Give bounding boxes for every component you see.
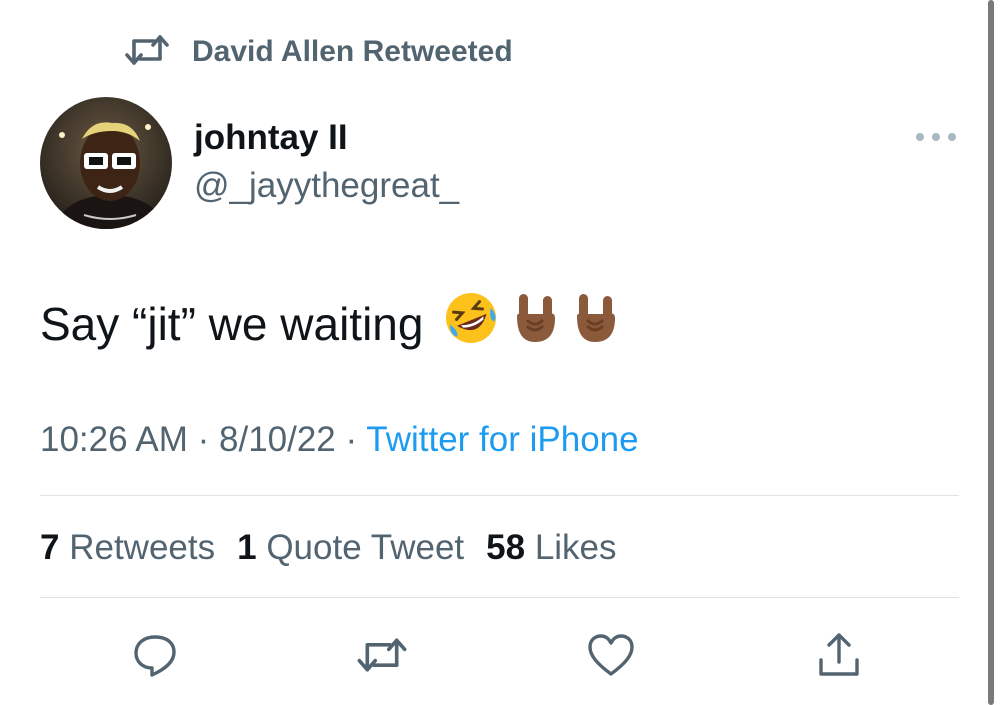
reply-icon[interactable] <box>128 628 182 682</box>
quotes-stat[interactable]: 1 Quote Tweet <box>237 528 464 568</box>
sign-of-horns-emoji <box>513 290 559 357</box>
tweet-source-link[interactable]: Twitter for iPhone <box>366 420 638 459</box>
avatar[interactable] <box>40 97 172 229</box>
like-icon[interactable] <box>584 628 638 682</box>
quotes-count: 1 <box>237 528 257 567</box>
likes-count: 58 <box>486 528 526 567</box>
divider <box>40 495 959 496</box>
scrollbar[interactable] <box>988 0 994 705</box>
rofl-emoji <box>443 290 499 357</box>
tweet-date[interactable]: 8/10/22 <box>219 420 336 459</box>
retweets-count: 7 <box>40 528 60 567</box>
meta-separator: · <box>335 420 367 459</box>
retweet-context[interactable]: David Allen Retweeted <box>124 30 513 74</box>
retweet-icon[interactable] <box>355 628 409 682</box>
likes-label: Likes <box>534 528 617 567</box>
tweet-text: Say “jit” we waiting <box>40 297 424 350</box>
meta-separator: · <box>187 420 219 459</box>
tweet-time: 10:26 AM <box>40 420 188 459</box>
retweets-label: Retweets <box>69 528 216 567</box>
retweet-context-label: David Allen Retweeted <box>192 35 513 68</box>
sign-of-horns-emoji <box>573 290 619 357</box>
tweet-meta: 10:26 AM · 8/10/22 · Twitter for iPhone <box>40 420 639 460</box>
retweet-icon <box>124 33 170 72</box>
more-options-icon[interactable] <box>916 122 956 152</box>
share-icon[interactable] <box>812 628 866 682</box>
author-handle[interactable]: @_jayythegreat_ <box>194 166 459 206</box>
retweets-stat[interactable]: 7 Retweets <box>40 528 215 568</box>
quotes-label: Quote Tweet <box>266 528 465 567</box>
divider <box>40 597 959 598</box>
author-name[interactable]: johntay II <box>194 118 348 158</box>
tweet-text-row: Say “jit” we waiting <box>40 290 619 357</box>
likes-stat[interactable]: 58 Likes <box>486 528 616 568</box>
tweet-stats: 7 Retweets 1 Quote Tweet 58 Likes <box>40 528 617 568</box>
